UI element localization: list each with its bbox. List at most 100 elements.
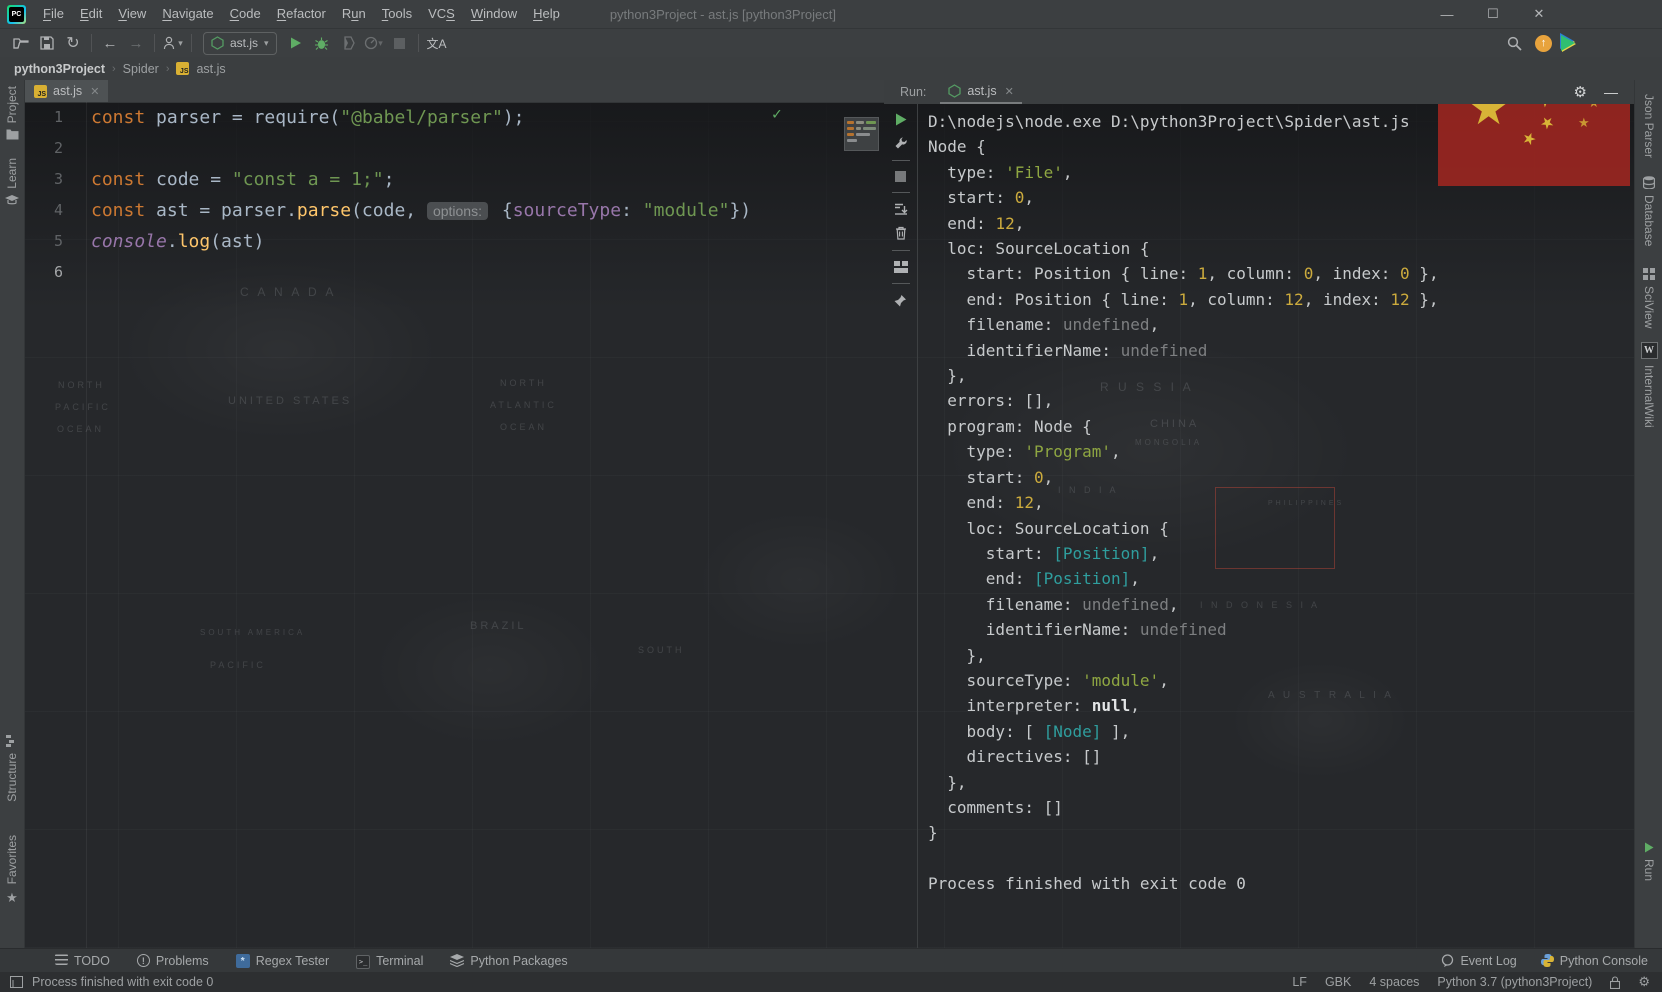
tool-window-button-todo[interactable]: TODO [55, 954, 110, 968]
tool-window-button-python-packages[interactable]: Python Packages [450, 954, 567, 968]
gear-icon[interactable]: ⚙ [1574, 83, 1587, 101]
pin-icon[interactable] [894, 294, 907, 307]
status-encoding[interactable]: GBK [1325, 975, 1351, 989]
sidebar-item-sciview[interactable]: SciView [1635, 268, 1662, 328]
plugin-logo-icon[interactable] [1561, 35, 1575, 51]
tool-window-button-event-log[interactable]: Event Log [1441, 954, 1516, 968]
lock-icon[interactable] [1610, 976, 1620, 989]
breadcrumb-project[interactable]: python3Project [14, 62, 105, 76]
menu-edit[interactable]: Edit [72, 0, 110, 28]
chevron-down-icon: ▾ [264, 38, 269, 49]
tool-window-button-label: Regex Tester [256, 954, 329, 968]
search-everywhere-button[interactable] [1501, 31, 1527, 55]
menu-view[interactable]: View [110, 0, 154, 28]
run-tab-astjs[interactable]: ast.js ✕ [940, 80, 1021, 104]
menu-navigate[interactable]: Navigate [154, 0, 221, 28]
console-line [928, 846, 1634, 871]
menu-file[interactable]: File [35, 0, 72, 28]
sidebar-item-project[interactable]: Project [0, 86, 24, 140]
tool-window-bar-left: TODO !Problems *Regex Tester >_Terminal Pyth… [55, 953, 568, 969]
tool-window-button-problems[interactable]: !Problems [137, 954, 209, 968]
layout-settings-icon[interactable] [894, 261, 908, 273]
menu-window[interactable]: Window [463, 0, 525, 28]
sidebar-item-learn[interactable]: Learn [0, 158, 24, 206]
close-icon[interactable]: ✕ [1005, 85, 1014, 98]
sync-button[interactable]: ↻ [60, 31, 86, 55]
tool-window-bar-right: Event Log Python Console [1441, 954, 1648, 968]
maximize-button[interactable]: ☐ [1470, 0, 1516, 28]
code-line[interactable]: 1const parser = require("@babel/parser")… [25, 102, 884, 133]
folder-icon [6, 129, 19, 140]
save-all-button[interactable] [34, 31, 60, 55]
menu-refactor[interactable]: Refactor [269, 0, 334, 28]
run-button[interactable] [283, 31, 309, 55]
forward-button[interactable]: → [123, 31, 149, 55]
tool-window-toggle-icon[interactable] [10, 976, 23, 988]
close-icon[interactable]: ✕ [90, 85, 99, 98]
code-line[interactable]: 5console.log(ast) [25, 226, 884, 257]
structure-icon [6, 735, 18, 747]
console-line: start: 0, [928, 465, 1634, 490]
status-indent[interactable]: 4 spaces [1369, 975, 1419, 989]
rerun-button[interactable] [895, 113, 907, 126]
clear-all-trash-icon[interactable] [895, 226, 907, 240]
sidebar-item-run[interactable]: Run [1635, 842, 1662, 881]
code-line[interactable]: 4const ast = parser.parse(code, options:… [25, 195, 884, 226]
code-line[interactable]: 6 [25, 257, 884, 288]
scroll-to-end-button[interactable] [894, 203, 908, 216]
js-file-icon: JS [34, 85, 47, 98]
editor-tab-astjs[interactable]: JS ast.js ✕ [25, 80, 108, 102]
grid-icon [1643, 268, 1655, 280]
stop-button[interactable] [387, 31, 413, 55]
console-line: identifierName: undefined [928, 338, 1634, 363]
stop-button[interactable] [895, 171, 906, 182]
run-configuration-selector[interactable]: ast.js ▾ [203, 32, 277, 55]
editor-tab-bar: JS ast.js ✕ [25, 80, 884, 103]
menu-run[interactable]: Run [334, 0, 374, 28]
todo-icon [55, 954, 68, 968]
learn-icon [5, 195, 19, 206]
profiler-button[interactable]: ▾ [361, 31, 387, 55]
tool-window-button-python-console[interactable]: Python Console [1541, 954, 1648, 968]
hide-panel-icon[interactable]: — [1604, 84, 1618, 100]
coverage-button[interactable] [335, 31, 361, 55]
close-button[interactable]: ✕ [1516, 0, 1562, 28]
sidebar-item-json-parser[interactable]: Json Parser [1635, 94, 1662, 158]
terminal-icon: >_ [356, 953, 370, 969]
sidebar-item-structure[interactable]: Structure [0, 735, 24, 802]
debug-button[interactable] [309, 31, 335, 55]
console-line: loc: SourceLocation { [928, 236, 1634, 261]
tool-window-button-terminal[interactable]: >_Terminal [356, 953, 423, 969]
update-available-icon[interactable]: ↑ [1535, 35, 1552, 52]
back-button[interactable]: ← [97, 31, 123, 55]
translate-button[interactable]: 文A [424, 31, 450, 55]
breadcrumb-separator: › [112, 63, 116, 75]
code-editor[interactable]: 1const parser = require("@babel/parser")… [25, 102, 884, 948]
breadcrumb-folder[interactable]: Spider [123, 62, 159, 76]
run-console-output[interactable]: D:\nodejs\node.exe D:\python3Project\Spi… [919, 104, 1634, 948]
menu-code[interactable]: Code [222, 0, 269, 28]
menu-tools[interactable]: Tools [374, 0, 420, 28]
menu-help[interactable]: Help [525, 0, 568, 28]
user-profile-button[interactable]: ▾ [160, 31, 186, 55]
console-line: start: Position { line: 1, column: 0, in… [928, 261, 1634, 286]
sidebar-item-favorites[interactable]: Favorites ★ [0, 835, 24, 906]
breadcrumb-file[interactable]: ast.js [196, 62, 225, 76]
settings-gear-icon[interactable]: ⚙ [1638, 974, 1650, 990]
database-icon [1643, 176, 1655, 189]
code-line[interactable]: 3const code = "const a = 1;"; [25, 164, 884, 195]
status-line-ending[interactable]: LF [1292, 975, 1307, 989]
open-folder-button[interactable] [8, 31, 34, 55]
tool-window-button-regex-tester[interactable]: *Regex Tester [236, 953, 329, 969]
minimize-button[interactable]: — [1424, 0, 1470, 28]
status-interpreter[interactable]: Python 3.7 (python3Project) [1437, 975, 1592, 989]
console-line: end: 12, [928, 211, 1634, 236]
sidebar-item-internalwiki[interactable]: W InternalWiki [1635, 342, 1662, 428]
sidebar-item-database[interactable]: Database [1635, 176, 1662, 246]
settings-wrench-icon[interactable] [894, 136, 908, 150]
menu-vcs[interactable]: VCS [420, 0, 463, 28]
tool-window-button-label: Python Console [1560, 954, 1648, 968]
inspection-ok-icon[interactable]: ✓ [772, 104, 782, 123]
status-message: Process finished with exit code 0 [32, 975, 213, 989]
code-line[interactable]: 2 [25, 133, 884, 164]
